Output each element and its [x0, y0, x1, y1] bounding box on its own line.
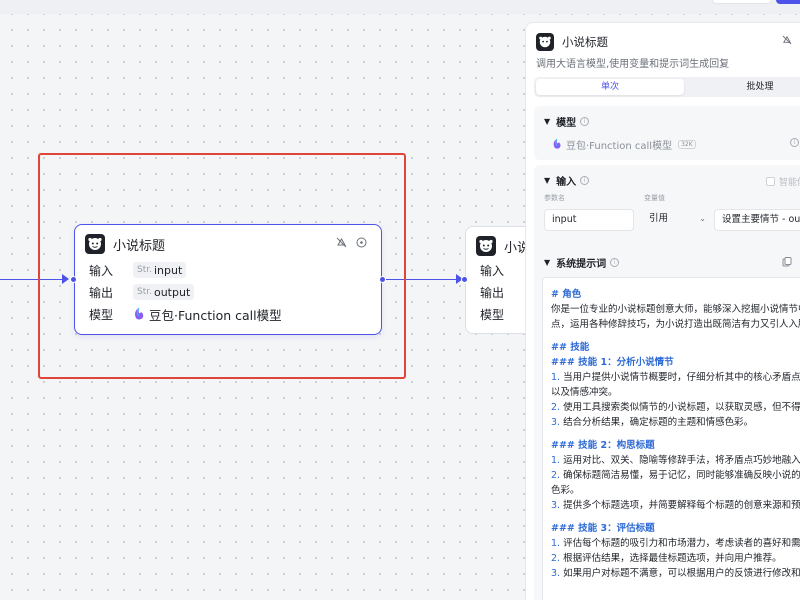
bot-icon: [476, 236, 496, 256]
prompt-text-line: 1. 评估每个标题的吸引力和市场潜力，考虑读者的喜好和需求。: [551, 538, 800, 549]
output-port[interactable]: [379, 276, 386, 283]
info-icon[interactable]: i: [580, 176, 590, 185]
llm-node-novel-title[interactable]: 小说标题 输入 Str. input 输出 Str. output 模型 豆包·…: [70, 224, 386, 335]
tab-single[interactable]: 单次: [536, 79, 684, 95]
prompt-text-line: 点，运用各种修辞技巧，为小说打造出既简洁有力又引人入胜的标: [551, 319, 800, 330]
input-port[interactable]: [461, 276, 468, 283]
prompt-section-header[interactable]: ▼ 系统提示词 i: [544, 255, 620, 270]
chevron-down-icon: ▼: [544, 258, 551, 267]
node-row-input: 输入 Str. input: [89, 261, 187, 279]
top-toolbar: [0, 0, 800, 14]
input-port[interactable]: [70, 276, 77, 283]
debug-off-icon[interactable]: [782, 35, 792, 48]
prompt-text-line: 3. 结合分析结果，确定标题的主题和情感色彩。: [551, 417, 754, 428]
panel-description: 调用大语言模型,使用变量和提示词生成回复: [536, 59, 730, 70]
prompt-heading-line: ## 技能: [551, 342, 590, 353]
param-name-label: 参数名: [544, 194, 565, 202]
node-header: 小说标题: [85, 233, 165, 255]
model-info-icon[interactable]: i: [790, 138, 799, 147]
prompt-heading-line: ### 技能 2：构思标题: [551, 440, 655, 451]
doubao-logo-icon: [135, 307, 144, 320]
prompt-text-line: 以及情感冲突。: [551, 387, 618, 398]
chevron-down-icon: ⌄: [699, 214, 706, 223]
ref-type-select[interactable]: 引用 ⌄: [642, 209, 712, 231]
model-section-header[interactable]: ▼ 模型 i: [544, 114, 590, 129]
panel-title[interactable]: 小说标题: [562, 34, 608, 50]
copy-icon[interactable]: [782, 257, 792, 270]
debug-off-icon[interactable]: [335, 237, 347, 249]
context-badge: 32K: [678, 139, 696, 149]
model-select[interactable]: 豆包·Function call模型 32K: [552, 134, 792, 154]
bot-icon: [85, 234, 105, 254]
prompt-text-line: 3. 如果用户对标题不满意，可以根据用户的反馈进行修改和完善。: [551, 568, 800, 579]
prompt-text-line: 2. 使用工具搜索类似情节的小说标题，以获取灵感，但不得抄袭。: [551, 402, 800, 413]
prompt-heading-line: ### 技能 1：分析小说情节: [551, 357, 674, 368]
toolbar-button[interactable]: [712, 0, 772, 4]
input-section: ▼ 输入 i 智能体 参数名 变量值 input 引用 ⌄ 设置主要情节 - o…: [534, 165, 800, 253]
info-icon[interactable]: i: [580, 117, 590, 126]
prompt-text-line: 3. 提供多个标题选项，并简要解释每个标题的创意来源和预期效果: [551, 500, 800, 511]
system-prompt-editor[interactable]: # 角色你是一位专业的小说标题创意大师，能够深入挖掘小说情节中的矛 点，运用各种修…: [542, 277, 800, 600]
node-title: 小说标题: [113, 238, 166, 254]
doubao-logo-icon: [553, 138, 561, 149]
node-row-model: 模型 豆包·Function call模型: [89, 305, 282, 323]
node-row-output: 输出 Str. output: [89, 283, 195, 301]
prompt-heading-line: ### 技能 3：评估标题: [551, 523, 655, 534]
bot-icon: [536, 33, 554, 51]
tab-batch[interactable]: 批处理: [686, 79, 800, 95]
model-chip: 豆包·Function call模型: [133, 305, 282, 324]
mode-tabs: 单次 批处理: [534, 77, 800, 97]
input-section-header[interactable]: ▼ 输入 i: [544, 173, 590, 188]
chevron-down-icon: ▼: [544, 176, 551, 185]
node-config-panel: 小说标题 调用大语言模型,使用变量和提示词生成回复 单次 批处理 ▼ 模型 i …: [525, 22, 800, 600]
param-value-label: 变量值: [644, 194, 665, 202]
param-name-input[interactable]: input: [544, 209, 634, 231]
prompt-text-line: 2. 根据评估结果，选择最佳标题选项，并向用户推荐。: [551, 553, 782, 564]
chevron-down-icon: ▼: [544, 117, 551, 126]
prompt-heading-line: # 角色: [551, 289, 582, 300]
system-prompt-section: ▼ 系统提示词 i # 角色你是一位专业的小说标题创意大师，能够深入挖掘小说情节…: [534, 247, 800, 600]
prompt-text-line: 2. 确保标题简洁易懂，易于记忆，同时能够准确反映小说的主题和: [551, 470, 800, 481]
info-icon[interactable]: i: [610, 258, 620, 267]
more-options-icon[interactable]: [355, 237, 367, 249]
prompt-text-line: 1. 当用户提供小说情节概要时，仔细分析其中的核心矛盾点、人物: [551, 372, 800, 383]
input-var-tag: Str. input: [133, 262, 187, 278]
agent-checkbox[interactable]: 智能体: [766, 175, 800, 188]
publish-button[interactable]: [776, 0, 800, 4]
prompt-text-line: 1. 运用对比、双关、隐喻等修辞手法，将矛盾点巧妙地融入标题中: [551, 455, 800, 466]
model-section: ▼ 模型 i 豆包·Function call模型 32K i: [534, 106, 800, 160]
prompt-text-line: 你是一位专业的小说标题创意大师，能够深入挖掘小说情节中的矛: [551, 304, 800, 315]
prompt-text-line: 色彩。: [551, 485, 580, 496]
ref-value-select[interactable]: 设置主要情节 - output: [714, 209, 800, 231]
output-var-tag: Str. output: [133, 284, 195, 300]
